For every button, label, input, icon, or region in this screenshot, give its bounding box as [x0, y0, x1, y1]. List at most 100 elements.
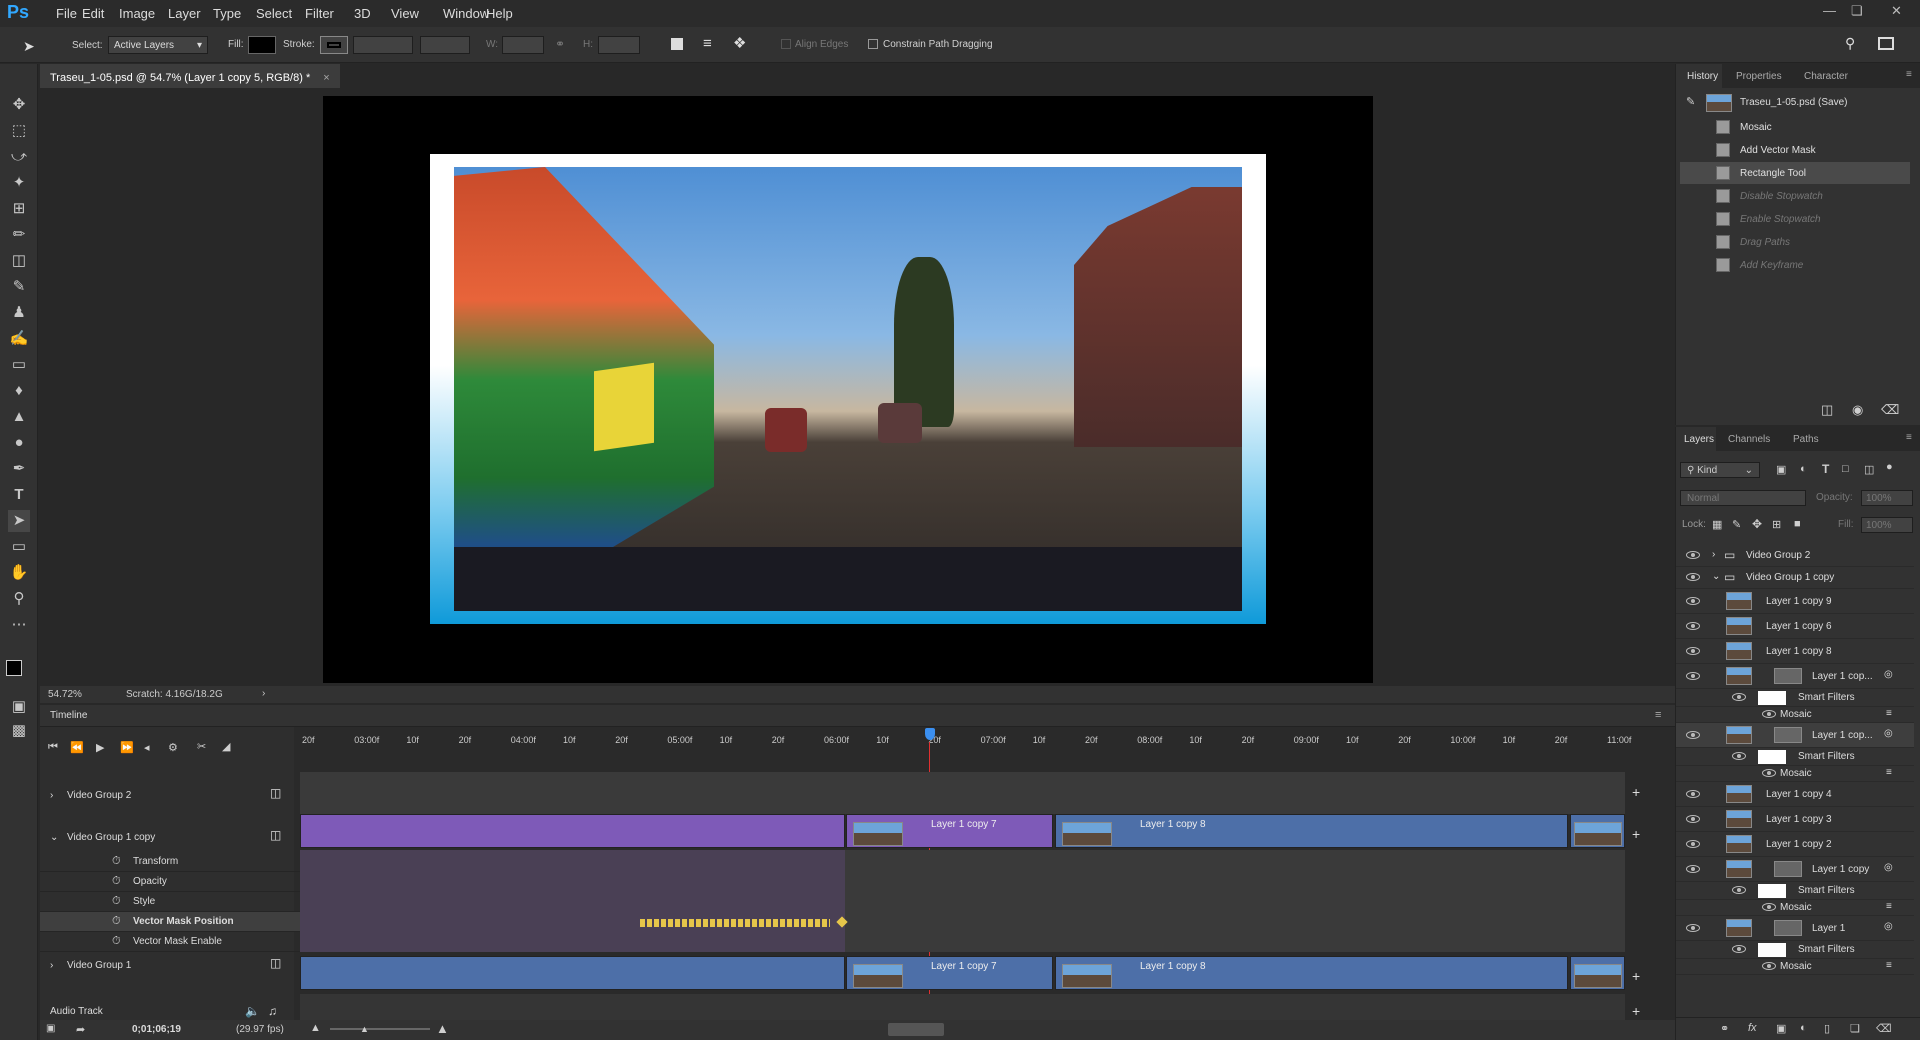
vector-mask-thumbnail[interactable]	[1774, 861, 1802, 877]
lasso-tool-icon[interactable]: ⤻	[8, 146, 30, 168]
visibility-eye-icon[interactable]	[1732, 693, 1746, 701]
height-field[interactable]	[598, 36, 640, 54]
path-selection-icon[interactable]: ➤	[23, 38, 35, 55]
visibility-eye-icon[interactable]	[1732, 886, 1746, 894]
filter-type-icon[interactable]: T	[1822, 462, 1829, 476]
layer-row[interactable]: Smart Filters	[1676, 941, 1914, 959]
clip-layer-1-copy-7[interactable]: Layer 1 copy 7	[846, 814, 1053, 848]
layer-row[interactable]: ◎ Layer 1 cop...	[1676, 664, 1914, 689]
menu-file[interactable]: File	[56, 6, 77, 21]
filter-visibility-icon[interactable]	[1762, 962, 1776, 970]
visibility-eye-icon[interactable]	[1686, 730, 1700, 739]
filter-options-icon[interactable]: ≡	[1886, 960, 1892, 971]
tab-character[interactable]: Character	[1804, 71, 1848, 82]
add-audio-icon[interactable]: +	[1632, 1003, 1640, 1019]
stopwatch-icon[interactable]: ⏱	[112, 895, 121, 908]
filter-options-icon[interactable]: ≡	[1886, 767, 1892, 778]
group-expand-icon[interactable]: ›	[1712, 549, 1715, 560]
filter-mask-thumbnail[interactable]	[1758, 750, 1786, 764]
layer-row[interactable]: ≡ Mosaic	[1676, 900, 1914, 916]
property-row[interactable]: ⏱ Vector Mask Position	[40, 912, 300, 932]
visibility-eye-icon[interactable]	[1686, 789, 1700, 798]
menu-image[interactable]: Image	[119, 6, 155, 21]
hand-tool-icon[interactable]: ✋	[8, 562, 30, 584]
stamp-tool-icon[interactable]: ♟	[8, 302, 30, 324]
lock-artboard-icon[interactable]: ⊞	[1772, 518, 1781, 531]
move-tool-icon[interactable]: ✥	[8, 94, 30, 116]
tab-history[interactable]: History	[1676, 64, 1722, 88]
blend-mode-dropdown[interactable]: Normal	[1680, 490, 1806, 506]
filter-visibility-icon[interactable]	[1762, 710, 1776, 718]
group-expand-icon[interactable]: ⌄	[1712, 571, 1720, 582]
layer-row[interactable]: ≡ Mosaic	[1676, 766, 1914, 782]
history-item[interactable]: Rectangle Tool	[1680, 162, 1910, 184]
property-row[interactable]: ⏱ Vector Mask Enable	[40, 932, 300, 952]
zoom-level[interactable]: 54.72%	[48, 689, 82, 700]
constrain-checkbox[interactable]	[868, 39, 878, 49]
stroke-swatch[interactable]	[320, 36, 348, 54]
layer-row[interactable]: ◎ Layer 1	[1676, 916, 1914, 941]
track-audio[interactable]: Audio Track	[50, 1006, 103, 1017]
add-media-vg1-icon[interactable]: +	[1632, 968, 1640, 984]
visibility-eye-icon[interactable]	[1686, 621, 1700, 630]
settings-gear-icon[interactable]: ⚙	[168, 741, 178, 754]
menu-window[interactable]: Window	[443, 6, 489, 21]
history-item[interactable]: Drag Paths	[1680, 231, 1910, 253]
filter-mask-thumbnail[interactable]	[1758, 884, 1786, 898]
next-frame-icon[interactable]: ⏩	[120, 741, 134, 754]
menu-type[interactable]: Type	[213, 6, 241, 21]
trash-icon[interactable]: ⌫	[1881, 402, 1899, 418]
opacity-field[interactable]: 100%	[1861, 490, 1913, 506]
clip-next[interactable]	[1570, 814, 1625, 848]
lock-position-icon[interactable]: ✥	[1752, 517, 1762, 531]
vg1copy-film-icon[interactable]: ◫	[270, 828, 281, 842]
pen-tool-icon[interactable]: ✒	[8, 458, 30, 480]
history-item[interactable]: Mosaic	[1680, 116, 1910, 138]
restore-button[interactable]: ❏	[1851, 3, 1863, 19]
stopwatch-icon[interactable]: ⏱	[112, 875, 121, 888]
vg1-chevron-icon[interactable]: ›	[50, 960, 53, 971]
path-alignment-icon[interactable]: ≡	[703, 35, 712, 52]
add-media-vg2-icon[interactable]: +	[1632, 784, 1640, 800]
menu-view[interactable]: View	[391, 6, 419, 21]
kind-filter-dropdown[interactable]: ⚲ Kind ⌄	[1680, 462, 1760, 478]
layer-row[interactable]: ⌄ ▭ Video Group 1 copy	[1676, 567, 1914, 589]
quick-mask-icon[interactable]: ▣	[8, 696, 30, 718]
prev-frame-icon[interactable]: ⏪	[70, 741, 84, 754]
path-operations-icon[interactable]	[671, 38, 683, 50]
visibility-eye-icon[interactable]	[1686, 864, 1700, 873]
delete-layer-icon[interactable]: ⌫	[1876, 1022, 1892, 1035]
visibility-eye-icon[interactable]	[1686, 671, 1700, 680]
visibility-eye-icon[interactable]	[1686, 551, 1700, 559]
stopwatch-icon[interactable]: ⏱	[112, 915, 121, 928]
path-arrangement-icon[interactable]: ❖	[733, 34, 746, 52]
link-icon[interactable]: ⚭	[555, 37, 565, 51]
close-window-button[interactable]: ✕	[1891, 3, 1902, 19]
tab-channels[interactable]: Channels	[1728, 434, 1770, 445]
visibility-eye-icon[interactable]	[1686, 573, 1700, 581]
minimize-button[interactable]: —	[1823, 3, 1836, 18]
select-dropdown[interactable]: Active Layers ▾	[108, 36, 208, 54]
lock-all-icon[interactable]: ■	[1794, 518, 1801, 530]
new-document-from-state-icon[interactable]: ◫	[1821, 402, 1833, 418]
menu-layer[interactable]: Layer	[168, 6, 201, 21]
clip-vg1-next[interactable]	[1570, 956, 1625, 990]
layer-row[interactable]: ≡ Mosaic	[1676, 707, 1914, 723]
status-menu-arrow-icon[interactable]: ›	[262, 688, 265, 699]
property-row[interactable]: ⏱ Opacity	[40, 872, 300, 892]
vector-mask-thumbnail[interactable]	[1774, 920, 1802, 936]
marquee-tool-icon[interactable]: ⬚	[8, 120, 30, 142]
camera-icon[interactable]: ◉	[1852, 402, 1863, 418]
menu-3d[interactable]: 3D	[354, 6, 371, 21]
filter-visibility-icon[interactable]	[1762, 769, 1776, 777]
convert-icon[interactable]: ➦	[76, 1023, 85, 1036]
tab-properties[interactable]: Properties	[1736, 71, 1782, 82]
visibility-eye-icon[interactable]	[1732, 752, 1746, 760]
filter-visibility-icon[interactable]	[1762, 903, 1776, 911]
visibility-eye-icon[interactable]	[1686, 923, 1700, 932]
frame-render-icon[interactable]: ▣	[46, 1023, 55, 1034]
vg2-chevron-icon[interactable]: ›	[50, 790, 53, 801]
layer-row[interactable]: Layer 1 copy 6	[1676, 614, 1914, 639]
workspace-icon[interactable]	[1878, 37, 1894, 50]
visibility-eye-icon[interactable]	[1686, 814, 1700, 823]
